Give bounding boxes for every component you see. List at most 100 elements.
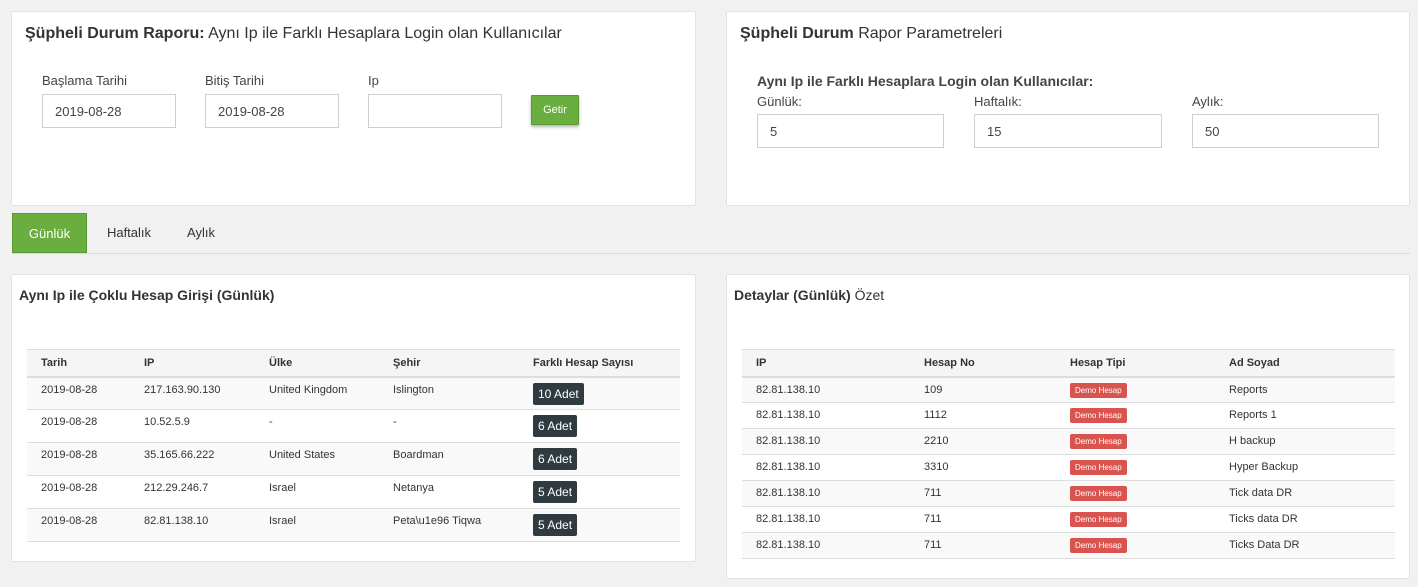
cell-hesap-no: 2210	[910, 428, 1056, 455]
count-badge[interactable]: 5 Adet	[533, 481, 578, 503]
multi-login-panel: Aynı Ip ile Çoklu Hesap Girişi (Günlük) …	[11, 274, 696, 562]
parameters-title-rest: Rapor Parametreleri	[853, 25, 1003, 42]
table-row[interactable]: 2019-08-28 212.29.246.7 Israel Netanya 5…	[27, 475, 680, 509]
end-date-input[interactable]	[205, 94, 339, 128]
cell-count: 6 Adet	[519, 442, 680, 476]
cell-ip: 82.81.138.10	[742, 480, 910, 507]
cell-ip: 82.81.138.10	[742, 532, 910, 559]
col-ulke: Ülke	[255, 349, 379, 378]
table-row[interactable]: 2019-08-28 10.52.5.9 - - 6 Adet	[27, 409, 680, 443]
count-badge[interactable]: 6 Adet	[533, 448, 578, 470]
table-row[interactable]: 82.81.138.10 711 Demo Hesap Ticks Data D…	[742, 532, 1395, 559]
account-type-badge: Demo Hesap	[1070, 486, 1127, 501]
cell-hesap-no: 711	[910, 506, 1056, 533]
details-title: Detaylar (Günlük) Özet	[734, 287, 884, 303]
table-row[interactable]: 2019-08-28 35.165.66.222 United States B…	[27, 442, 680, 476]
monthly-input[interactable]	[1192, 114, 1379, 148]
multi-login-title: Aynı Ip ile Çoklu Hesap Girişi (Günlük)	[19, 287, 274, 303]
cell-ip: 10.52.5.9	[130, 409, 255, 443]
daily-label: Günlük:	[757, 94, 802, 109]
cell-count: 5 Adet	[519, 475, 680, 509]
cell-hesap-no: 711	[910, 532, 1056, 559]
cell-ulke: United Kingdom	[255, 376, 379, 410]
cell-sehir: Peta\u1e96 Tiqwa	[379, 508, 519, 542]
account-type-badge: Demo Hesap	[1070, 408, 1127, 423]
weekly-label: Haftalık:	[974, 94, 1022, 109]
cell-hesap-tipi: Demo Hesap	[1056, 454, 1215, 481]
col-tarih: Tarih	[27, 349, 130, 378]
table-header-row: IP Hesap No Hesap Tipi Ad Soyad	[742, 349, 1395, 378]
cell-ad-soyad: Reports 1	[1215, 402, 1395, 429]
table-row[interactable]: 82.81.138.10 711 Demo Hesap Ticks data D…	[742, 506, 1395, 533]
cell-ad-soyad: Reports	[1215, 376, 1395, 403]
end-date-label: Bitiş Tarihi	[205, 73, 265, 88]
cell-hesap-tipi: Demo Hesap	[1056, 428, 1215, 455]
count-badge[interactable]: 5 Adet	[533, 514, 578, 536]
daily-input[interactable]	[757, 114, 944, 148]
col-hesap-no: Hesap No	[910, 349, 1056, 378]
cell-ulke: Israel	[255, 508, 379, 542]
table-row[interactable]: 82.81.138.10 2210 Demo Hesap H backup	[742, 428, 1395, 455]
col-ad-soyad: Ad Soyad	[1215, 349, 1395, 378]
cell-ip: 212.29.246.7	[130, 475, 255, 509]
multi-login-table: Tarih IP Ülke Şehir Farklı Hesap Sayısı …	[27, 349, 680, 542]
ip-input[interactable]	[368, 94, 502, 128]
getir-button[interactable]: Getir	[531, 95, 579, 125]
account-type-badge: Demo Hesap	[1070, 382, 1127, 398]
cell-sehir: Netanya	[379, 475, 519, 509]
tab-daily[interactable]: Günlük	[12, 213, 87, 253]
cell-ip: 82.81.138.10	[742, 376, 910, 403]
cell-count: 6 Adet	[519, 409, 680, 443]
cell-ad-soyad: H backup	[1215, 428, 1395, 455]
ip-label: Ip	[368, 73, 379, 88]
parameters-subtitle: Aynı Ip ile Farklı Hesaplara Login olan …	[757, 73, 1094, 89]
cell-ip: 217.163.90.130	[130, 376, 255, 410]
count-badge[interactable]: 6 Adet	[533, 415, 578, 437]
account-type-badge: Demo Hesap	[1070, 434, 1127, 449]
account-type-badge: Demo Hesap	[1070, 538, 1127, 553]
cell-hesap-tipi: Demo Hesap	[1056, 402, 1215, 429]
cell-tarih: 2019-08-28	[27, 475, 130, 509]
cell-ip: 82.81.138.10	[742, 454, 910, 481]
cell-ulke: United States	[255, 442, 379, 476]
tabs-divider	[12, 253, 1410, 254]
cell-ip: 82.81.138.10	[742, 402, 910, 429]
cell-hesap-tipi: Demo Hesap	[1056, 480, 1215, 507]
table-row[interactable]: 82.81.138.10 711 Demo Hesap Tick data DR	[742, 480, 1395, 507]
cell-hesap-tipi: Demo Hesap	[1056, 532, 1215, 559]
cell-ip: 82.81.138.10	[742, 506, 910, 533]
report-title-bold: Şüpheli Durum Raporu:	[25, 25, 205, 42]
cell-ip: 82.81.138.10	[742, 428, 910, 455]
details-title-bold: Detaylar (Günlük)	[734, 287, 851, 303]
cell-ulke: Israel	[255, 475, 379, 509]
parameters-title: Şüpheli Durum Rapor Parametreleri	[740, 25, 1002, 43]
table-row[interactable]: 2019-08-28 82.81.138.10 Israel Peta\u1e9…	[27, 508, 680, 542]
cell-tarih: 2019-08-28	[27, 409, 130, 443]
multi-login-title-text: Aynı Ip ile Çoklu Hesap Girişi (Günlük)	[19, 287, 275, 303]
cell-hesap-no: 3310	[910, 454, 1056, 481]
count-badge[interactable]: 10 Adet	[533, 382, 584, 405]
tab-weekly[interactable]: Haftalık	[92, 213, 166, 253]
start-date-input[interactable]	[42, 94, 176, 128]
cell-count: 5 Adet	[519, 508, 680, 542]
report-title-rest: Aynı Ip ile Farklı Hesaplara Login olan …	[204, 25, 562, 42]
col-ip: IP	[742, 349, 910, 378]
cell-sehir: -	[379, 409, 519, 443]
tab-monthly[interactable]: Aylık	[172, 213, 230, 253]
col-ip: IP	[130, 349, 255, 378]
table-header-row: Tarih IP Ülke Şehir Farklı Hesap Sayısı	[27, 349, 680, 378]
cell-ip: 35.165.66.222	[130, 442, 255, 476]
details-table: IP Hesap No Hesap Tipi Ad Soyad 82.81.13…	[742, 349, 1395, 559]
cell-tarih: 2019-08-28	[27, 508, 130, 542]
cell-hesap-no: 711	[910, 480, 1056, 507]
cell-tarih: 2019-08-28	[27, 376, 130, 410]
report-filter-panel: Şüpheli Durum Raporu: Aynı Ip ile Farklı…	[11, 11, 696, 206]
weekly-input[interactable]	[974, 114, 1162, 148]
cell-ulke: -	[255, 409, 379, 443]
table-row[interactable]: 82.81.138.10 3310 Demo Hesap Hyper Backu…	[742, 454, 1395, 481]
table-row[interactable]: 2019-08-28 217.163.90.130 United Kingdom…	[27, 376, 680, 410]
table-row[interactable]: 82.81.138.10 1112 Demo Hesap Reports 1	[742, 402, 1395, 429]
account-type-badge: Demo Hesap	[1070, 512, 1127, 527]
details-title-rest: Özet	[850, 287, 885, 303]
table-row[interactable]: 82.81.138.10 109 Demo Hesap Reports	[742, 376, 1395, 403]
